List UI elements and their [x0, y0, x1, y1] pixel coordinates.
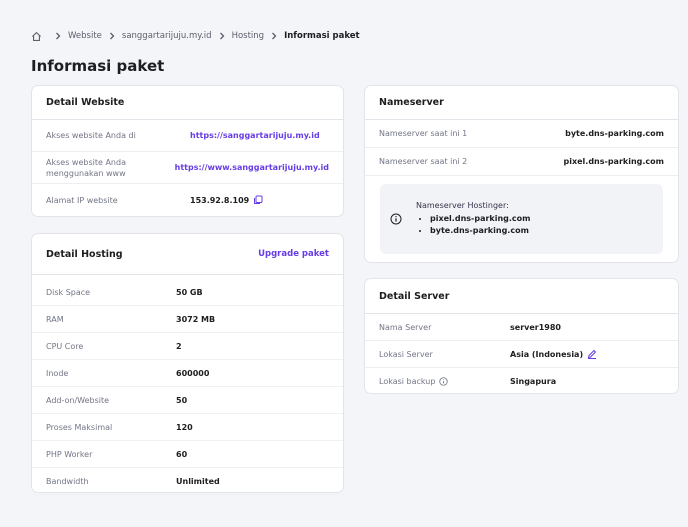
page-title: Informasi paket	[31, 57, 165, 75]
row-label: PHP Worker	[46, 449, 93, 459]
row-label: Nameserver saat ini 2	[379, 157, 468, 166]
table-row: Inode 600000	[32, 360, 343, 387]
info-row: Akses website Anda di https://sanggartar…	[32, 120, 343, 152]
card-header: Detail Website	[32, 86, 343, 120]
breadcrumb-item-hosting[interactable]: Hosting	[232, 31, 265, 41]
home-icon[interactable]	[31, 31, 42, 42]
row-value: 3072 MB	[176, 314, 216, 324]
row-value: 50	[176, 395, 188, 405]
chevron-right-icon	[270, 32, 278, 40]
table-row: Add-on/Website 50	[32, 387, 343, 414]
info-row: Nameserver saat ini 2 pixel.dns-parking.…	[365, 148, 678, 176]
card-header: Nameserver	[365, 86, 678, 120]
hosting-details-card: Detail Hosting Upgrade paket Disk Space …	[31, 233, 344, 495]
table-row: PHP Worker 60	[32, 441, 343, 468]
row-value: 600000	[176, 368, 210, 378]
upgrade-plan-button[interactable]: Upgrade paket	[258, 249, 329, 259]
row-value: 2	[176, 341, 182, 351]
card-title: Nameserver	[379, 97, 444, 108]
row-label: Add-on/Website	[46, 395, 110, 405]
table-row: RAM 3072 MB	[32, 306, 343, 333]
server-location-value: Asia (Indonesia)	[510, 349, 597, 359]
row-label: Akses website Anda di	[46, 131, 136, 140]
table-row: Proses Maksimal 120	[32, 414, 343, 441]
breadcrumb-item-website[interactable]: Website	[68, 31, 102, 41]
ip-address-text: 153.92.8.109	[190, 195, 250, 205]
info-icon[interactable]	[439, 376, 449, 387]
info-row: Lokasi Server Asia (Indonesia)	[365, 341, 678, 368]
breadcrumb: Website sanggartarijuju.my.id Hosting In…	[31, 28, 360, 44]
website-url-link[interactable]: https://sanggartarijuju.my.id	[190, 131, 320, 140]
row-value: pixel.dns-parking.com	[563, 157, 664, 166]
pencil-icon[interactable]	[587, 349, 597, 359]
card-title: Detail Hosting	[46, 248, 123, 260]
row-value: Singapura	[510, 377, 557, 386]
chevron-right-icon	[218, 32, 226, 40]
ip-address-value: 153.92.8.109	[190, 195, 263, 205]
info-row: Alamat IP website 153.92.8.109	[32, 184, 343, 216]
info-row: Nameserver saat ini 1 byte.dns-parking.c…	[365, 120, 678, 148]
list-item: byte.dns-parking.com	[430, 225, 531, 237]
website-details-card: Detail Website Akses website Anda di htt…	[31, 85, 344, 217]
hosting-rows: Disk Space 50 GB RAM 3072 MB CPU Core 2 …	[32, 275, 343, 495]
nameserver-info-title: Nameserver Hostinger:	[416, 201, 509, 210]
row-label: Bandwidth	[46, 476, 89, 486]
info-row: Akses website Anda menggunakan www https…	[32, 152, 343, 184]
table-row: Disk Space 50 GB	[32, 279, 343, 306]
info-row: Nama Server server1980	[365, 314, 678, 341]
list-item: pixel.dns-parking.com	[430, 213, 531, 225]
row-label-text: Lokasi backup	[379, 377, 436, 386]
row-value: 50 GB	[176, 287, 203, 297]
row-value: byte.dns-parking.com	[565, 129, 664, 138]
card-title: Detail Website	[46, 97, 125, 108]
nameserver-list: pixel.dns-parking.com byte.dns-parking.c…	[416, 213, 531, 237]
row-label: RAM	[46, 314, 64, 324]
info-row: Lokasi backup Singapura	[365, 368, 678, 395]
row-value: Unlimited	[176, 476, 220, 486]
nameserver-info-box: Nameserver Hostinger: pixel.dns-parking.…	[380, 184, 663, 254]
card-title: Detail Server	[379, 290, 450, 302]
chevron-right-icon	[54, 32, 62, 40]
server-details-card: Detail Server Nama Server server1980 Lok…	[364, 278, 679, 394]
nameserver-card: Nameserver Nameserver saat ini 1 byte.dn…	[364, 85, 679, 263]
row-label: Alamat IP website	[46, 195, 118, 205]
row-label-with-info: Lokasi backup	[379, 376, 510, 387]
row-label: Disk Space	[46, 287, 91, 297]
row-label: Nameserver saat ini 1	[379, 129, 468, 138]
chevron-right-icon	[108, 32, 116, 40]
row-label: CPU Core	[46, 341, 84, 351]
row-value: 120	[176, 422, 193, 432]
card-header: Detail Server	[365, 279, 678, 314]
website-www-url-link[interactable]: https://www.sanggartarijuju.my.id	[175, 163, 329, 172]
copy-icon[interactable]	[253, 195, 263, 205]
row-label: Nama Server	[379, 322, 432, 332]
row-label: Inode	[46, 368, 69, 378]
info-icon	[390, 213, 402, 225]
row-label: Proses Maksimal	[46, 422, 113, 432]
table-row: CPU Core 2	[32, 333, 343, 360]
row-label: Lokasi Server	[379, 349, 433, 359]
breadcrumb-current: Informasi paket	[284, 31, 360, 41]
row-label: Akses website Anda menggunakan www	[46, 157, 126, 178]
server-location-text: Asia (Indonesia)	[510, 349, 584, 359]
card-header: Detail Hosting Upgrade paket	[32, 234, 343, 275]
row-value: server1980	[510, 322, 561, 332]
breadcrumb-item-domain[interactable]: sanggartarijuju.my.id	[122, 31, 212, 41]
row-value: 60	[176, 449, 188, 459]
nameserver-info-content: Nameserver Hostinger: pixel.dns-parking.…	[416, 201, 531, 237]
table-row: Bandwidth Unlimited	[32, 468, 343, 495]
